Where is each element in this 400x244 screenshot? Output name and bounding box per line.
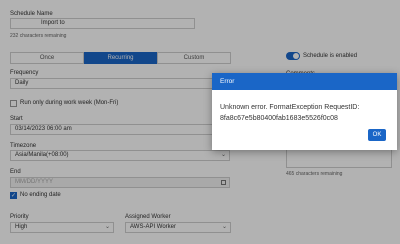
- error-dialog-message: Unknown error. FormatException RequestID…: [220, 102, 390, 124]
- ok-button[interactable]: OK: [368, 129, 386, 141]
- error-dialog-title: Error: [212, 73, 397, 90]
- error-message-line: Unknown error. FormatException RequestID…: [220, 104, 360, 111]
- error-request-id: 8fa8c67e5b80400fab1683e5526f0c08: [220, 115, 338, 122]
